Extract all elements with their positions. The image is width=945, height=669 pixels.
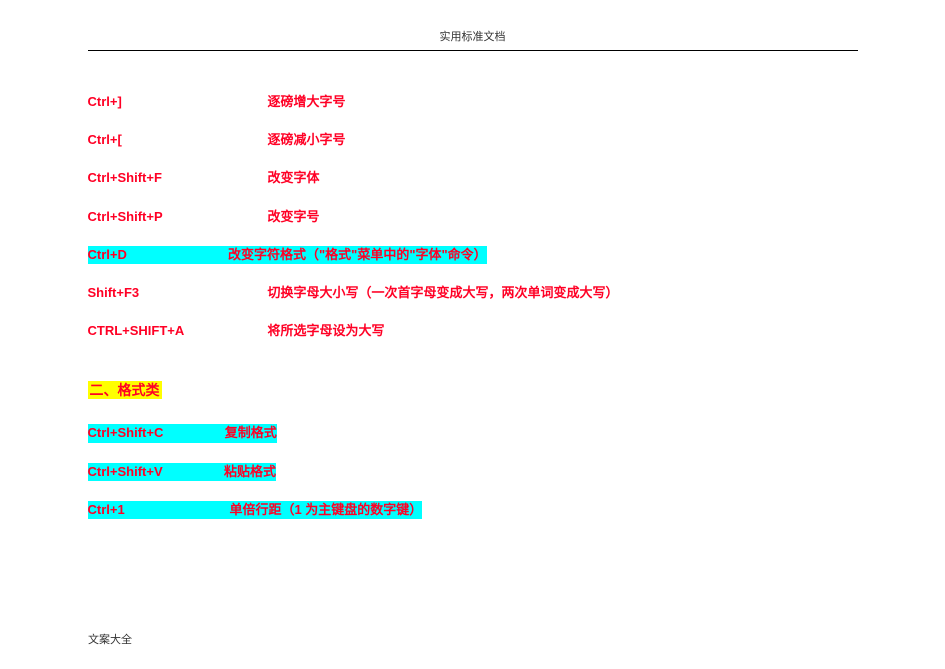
shortcut-row: Ctrl+] 逐磅增大字号 bbox=[88, 93, 858, 111]
shortcut-desc: 粘贴格式 bbox=[220, 464, 276, 479]
shortcut-row: CTRL+SHIFT+A 将所选字母设为大写 bbox=[88, 322, 858, 340]
shortcut-desc: 改变字体 bbox=[268, 169, 858, 187]
spacer bbox=[163, 464, 221, 479]
page-footer: 文案大全 bbox=[88, 631, 132, 647]
shortcut-key: Shift+F3 bbox=[88, 284, 268, 302]
section-heading: 二、格式类 bbox=[88, 380, 858, 400]
page-header: 实用标准文档 bbox=[88, 0, 858, 51]
shortcut-row: Ctrl+Shift+P 改变字号 bbox=[88, 208, 858, 226]
shortcut-key: Ctrl+1 bbox=[88, 502, 125, 517]
shortcut-desc: 改变字符格式（"格式"菜单中的"字体"命令） bbox=[224, 247, 486, 262]
shortcut-row: Shift+F3 切换字母大小写（一次首字母变成大写，两次单词变成大写） bbox=[88, 284, 858, 302]
shortcut-row-highlighted: Ctrl+D 改变字符格式（"格式"菜单中的"字体"命令） bbox=[88, 246, 858, 264]
shortcut-desc: 复制格式 bbox=[221, 425, 277, 440]
shortcut-key: Ctrl+] bbox=[88, 93, 268, 111]
spacer bbox=[125, 502, 230, 517]
shortcut-desc: 逐磅减小字号 bbox=[268, 131, 858, 149]
shortcut-key: Ctrl+Shift+F bbox=[88, 169, 268, 187]
spacer bbox=[163, 425, 221, 440]
shortcut-key: Ctrl+Shift+V bbox=[88, 464, 163, 479]
shortcut-row: Ctrl+[ 逐磅减小字号 bbox=[88, 131, 858, 149]
shortcut-row-highlighted: Ctrl+Shift+C 复制格式 bbox=[88, 424, 858, 442]
section-heading-text: 二、格式类 bbox=[88, 381, 162, 399]
shortcut-row-highlighted: Ctrl+Shift+V 粘贴格式 bbox=[88, 463, 858, 481]
shortcut-key: Ctrl+Shift+C bbox=[88, 425, 164, 440]
shortcut-key: Ctrl+Shift+P bbox=[88, 208, 268, 226]
shortcut-key: Ctrl+[ bbox=[88, 131, 268, 149]
shortcut-row-highlighted: Ctrl+1 单倍行距（1 为主键盘的数字键） bbox=[88, 501, 858, 519]
document-body: Ctrl+] 逐磅增大字号 Ctrl+[ 逐磅减小字号 Ctrl+Shift+F… bbox=[88, 51, 858, 519]
spacer bbox=[127, 247, 225, 262]
shortcut-desc: 改变字号 bbox=[268, 208, 858, 226]
shortcut-desc: 将所选字母设为大写 bbox=[268, 322, 858, 340]
shortcut-desc: 单倍行距（1 为主键盘的数字键） bbox=[229, 502, 422, 517]
shortcut-key: CTRL+SHIFT+A bbox=[88, 322, 268, 340]
shortcut-row: Ctrl+Shift+F 改变字体 bbox=[88, 169, 858, 187]
shortcut-desc: 切换字母大小写（一次首字母变成大写，两次单词变成大写） bbox=[268, 284, 858, 302]
shortcut-desc: 逐磅增大字号 bbox=[268, 93, 858, 111]
shortcut-key: Ctrl+D bbox=[88, 247, 127, 262]
